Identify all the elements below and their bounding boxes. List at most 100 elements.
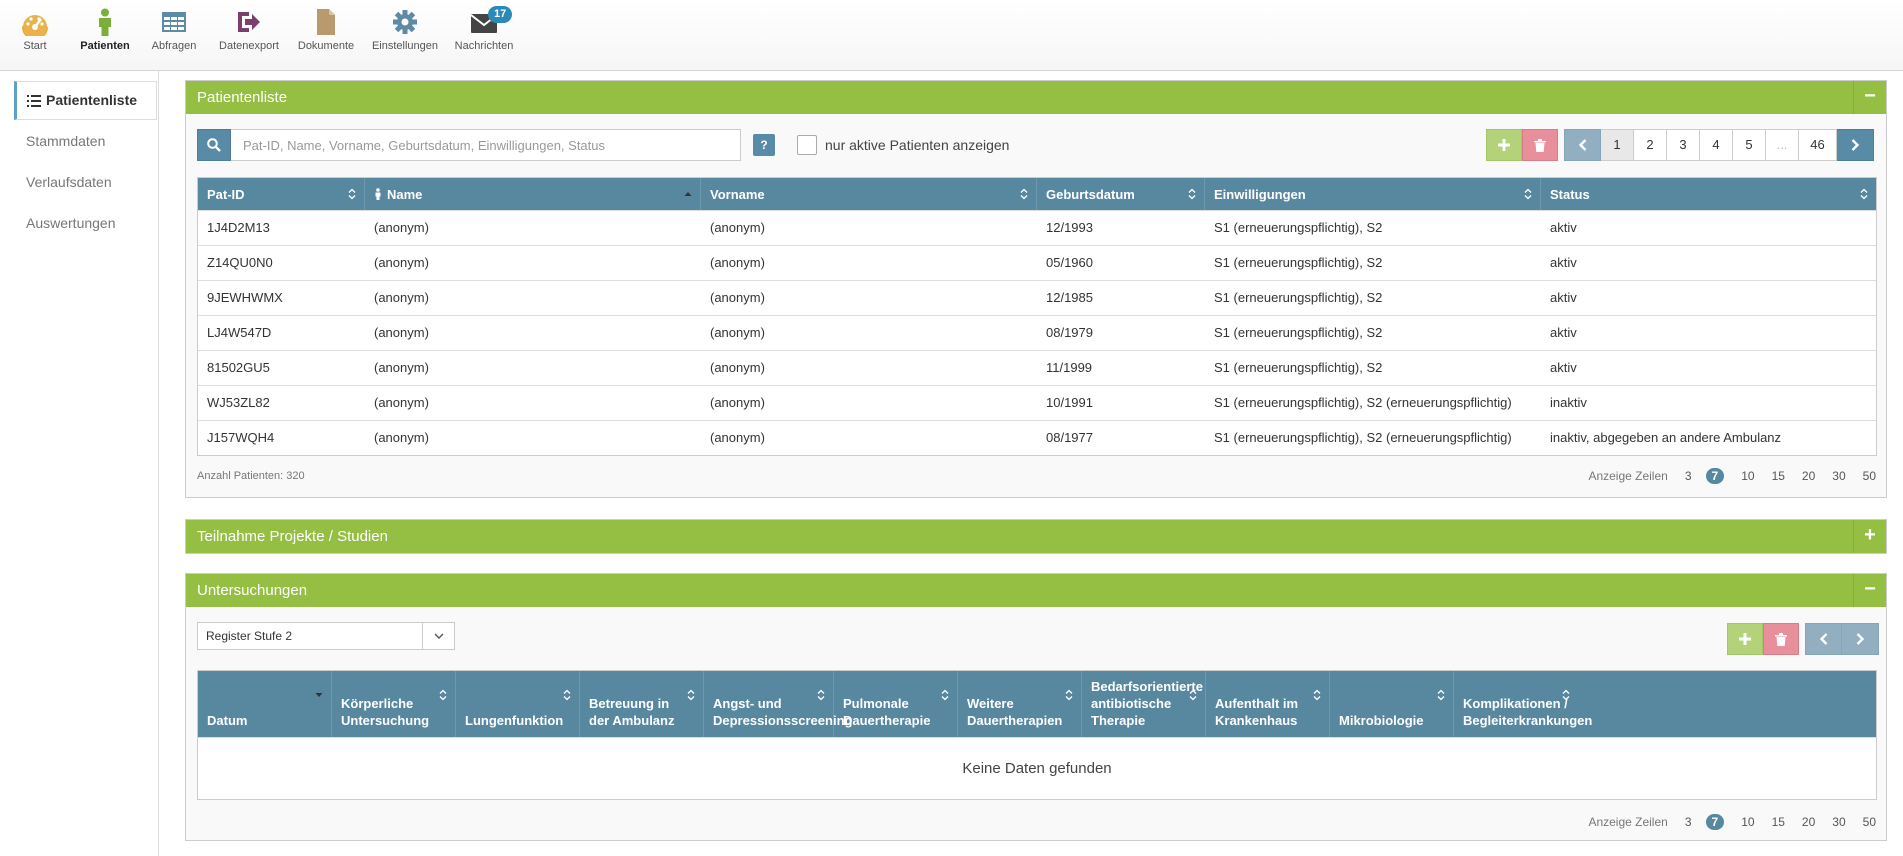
rows-per-page-label: Anzeige Zeilen — [1588, 469, 1668, 483]
table-row[interactable]: J157WQH4 (anonym) (anonym) 08/1977 S1 (erneu… — [198, 420, 1876, 455]
projects-panel-header[interactable]: Teilnahme Projekte / Studien + — [186, 520, 1886, 553]
page-button[interactable]: 4 — [1700, 129, 1733, 161]
nav-start[interactable]: Start — [20, 8, 50, 58]
search-input[interactable] — [231, 129, 741, 161]
exam-column-header[interactable]: Datum — [198, 671, 332, 737]
delete-patient-button[interactable] — [1522, 129, 1558, 161]
cell-patid: WJ53ZL82 — [207, 395, 270, 410]
cell-name: (anonym) — [374, 255, 429, 270]
sort-icon — [687, 689, 695, 701]
rows-option[interactable]: 30 — [1832, 815, 1845, 829]
next-page-button[interactable] — [1837, 129, 1874, 161]
column-label: Bedarfsorientierte antibiotische Therapi… — [1091, 679, 1203, 728]
register-select[interactable]: Register Stufe 2 — [197, 622, 455, 650]
register-select-value: Register Stufe 2 — [206, 629, 293, 643]
rows-option[interactable]: 30 — [1832, 469, 1845, 483]
rows-per-page-label: Anzeige Zeilen — [1588, 815, 1668, 829]
only-active-checkbox[interactable] — [797, 135, 817, 155]
page-button[interactable]: 3 — [1667, 129, 1700, 161]
column-header-geburtsdatum[interactable]: Geburtsdatum — [1037, 178, 1205, 210]
nav-einstellungen-label: Einstellungen — [371, 40, 439, 52]
sidebar-item-stammdaten[interactable]: Stammdaten — [14, 122, 157, 161]
column-header-patid[interactable]: Pat-ID — [198, 178, 365, 210]
column-header-einwilligungen[interactable]: Einwilligungen — [1205, 178, 1541, 210]
column-label: Komplikationen / Begleiterkrankungen — [1463, 696, 1593, 728]
cell-name: (anonym) — [374, 360, 429, 375]
page-ellipsis: ... — [1766, 129, 1799, 161]
table-row[interactable]: WJ53ZL82 (anonym) (anonym) 10/1991 S1 (erneu… — [198, 385, 1876, 420]
sidebar-item-auswertungen[interactable]: Auswertungen — [14, 204, 157, 243]
page-button[interactable]: 5 — [1733, 129, 1766, 161]
exam-column-header[interactable]: Angst- und Depressionsscreening — [704, 671, 852, 737]
collapse-button[interactable]: − — [1853, 81, 1886, 114]
plus-icon — [1498, 139, 1510, 151]
nav-abfragen[interactable]: Abfragen — [152, 8, 196, 58]
help-button[interactable]: ? — [753, 134, 775, 156]
column-header-status[interactable]: Status — [1541, 178, 1876, 210]
exam-column-header[interactable]: Pulmonale Dauertherapie — [834, 671, 958, 737]
page-button[interactable]: 46 — [1799, 129, 1837, 161]
add-exam-button[interactable] — [1727, 623, 1763, 655]
column-header-vorname[interactable]: Vorname — [701, 178, 1037, 210]
sort-icon — [348, 188, 356, 200]
list-icon — [27, 95, 41, 107]
table-row[interactable]: LJ4W547D (anonym) (anonym) 08/1979 S1 (erneu… — [198, 315, 1876, 350]
prev-page-button[interactable] — [1805, 623, 1842, 655]
table-row[interactable]: 1J4D2M13 (anonym) (anonym) 12/1993 S1 (erneu… — [198, 210, 1876, 245]
table-row[interactable]: Z14QU0N0 (anonym) (anonym) 05/1960 S1 (erneu… — [198, 245, 1876, 280]
table-row[interactable]: 9JEWHWMX (anonym) (anonym) 12/1985 S1 (erneu… — [198, 280, 1876, 315]
exam-column-header[interactable]: Aufenthalt im Krankenhaus — [1206, 671, 1330, 737]
rows-option[interactable]: 3 — [1685, 469, 1692, 483]
collapse-button[interactable]: − — [1853, 574, 1886, 607]
cell-status: inaktiv — [1550, 395, 1587, 410]
prev-page-button[interactable] — [1564, 129, 1601, 161]
sidebar-item-patientenliste[interactable]: Patientenliste — [14, 81, 157, 120]
search-button[interactable] — [197, 129, 231, 161]
rows-option[interactable]: 15 — [1772, 469, 1785, 483]
only-active-label: nur aktive Patienten anzeigen — [825, 137, 1010, 153]
top-navigation: Start Patienten Abfragen Datenexport Dok… — [0, 0, 1903, 71]
rows-option[interactable]: 50 — [1863, 469, 1876, 483]
delete-exam-button[interactable] — [1763, 623, 1799, 655]
next-page-button[interactable] — [1842, 623, 1879, 655]
cell-vorname: (anonym) — [710, 290, 765, 305]
expand-button[interactable]: + — [1853, 520, 1886, 553]
cell-vorname: (anonym) — [710, 220, 765, 235]
table-row[interactable]: 81502GU5 (anonym) (anonym) 11/1999 S1 (erneu… — [198, 350, 1876, 385]
exam-column-header[interactable]: Weitere Dauertherapien — [958, 671, 1082, 737]
page-button[interactable]: 2 — [1634, 129, 1667, 161]
add-patient-button[interactable] — [1486, 129, 1522, 161]
cell-einwilligungen: S1 (erneuerungspflichtig), S2 — [1214, 360, 1383, 375]
page-button[interactable]: 1 — [1601, 129, 1634, 161]
sidebar-item-label: Auswertungen — [26, 215, 116, 231]
exam-column-header[interactable]: Körperliche Untersuchung — [332, 671, 456, 737]
nav-patienten[interactable]: Patienten — [80, 8, 130, 58]
column-header-name[interactable]: Name — [365, 178, 701, 210]
cell-einwilligungen: S1 (erneuerungspflichtig), S2 — [1214, 255, 1383, 270]
rows-option[interactable]: 20 — [1802, 815, 1815, 829]
rows-option[interactable]: 10 — [1741, 469, 1754, 483]
rows-option[interactable]: 3 — [1685, 815, 1692, 829]
exam-column-header[interactable]: Lungenfunktion — [456, 671, 580, 737]
sidebar-item-label: Patientenliste — [46, 92, 138, 108]
only-active-filter[interactable]: nur aktive Patienten anzeigen — [797, 135, 1009, 155]
nav-einstellungen[interactable]: Einstellungen — [371, 8, 439, 58]
exam-column-header[interactable]: Mikrobiologie — [1330, 671, 1454, 737]
exam-column-header[interactable]: Betreuung in der Ambulanz — [580, 671, 704, 737]
rows-option-selected[interactable]: 7 — [1705, 468, 1725, 484]
cell-status: aktiv — [1550, 360, 1577, 375]
cell-geburtsdatum: 05/1960 — [1046, 255, 1093, 270]
patientlist-title: Patientenliste — [197, 89, 288, 106]
exam-column-header[interactable]: Bedarfsorientierte antibiotische Therapi… — [1082, 671, 1206, 737]
nav-dokumente[interactable]: Dokumente — [298, 8, 354, 58]
rows-option-selected[interactable]: 7 — [1705, 814, 1725, 830]
rows-option[interactable]: 50 — [1863, 815, 1876, 829]
sidebar-item-verlaufsdaten[interactable]: Verlaufsdaten — [14, 163, 157, 202]
rows-option[interactable]: 10 — [1741, 815, 1754, 829]
rows-option[interactable]: 15 — [1772, 815, 1785, 829]
nav-nachrichten[interactable]: 17 Nachrichten — [455, 6, 513, 58]
rows-option[interactable]: 20 — [1802, 469, 1815, 483]
cell-einwilligungen: S1 (erneuerungspflichtig), S2 — [1214, 290, 1383, 305]
nav-datenexport[interactable]: Datenexport — [218, 8, 280, 58]
exam-column-header[interactable]: Komplikationen / Begleiterkrankungen — [1454, 671, 1592, 737]
